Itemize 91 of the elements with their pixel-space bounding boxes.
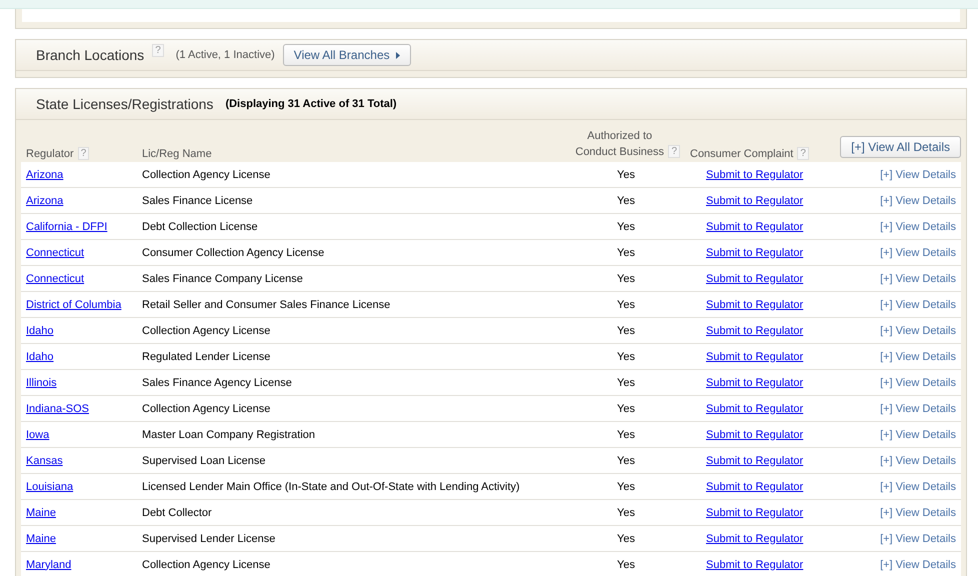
table-cell-text: Supervised Loan License bbox=[142, 454, 267, 466]
submit-complaint-link[interactable]: Submit to Regulator bbox=[706, 480, 804, 492]
regulator-link[interactable]: Maine bbox=[26, 532, 56, 544]
regulator-link[interactable]: Idaho bbox=[26, 350, 54, 362]
table-cell-text: Collection Agency License bbox=[142, 168, 272, 180]
table-cell-text: Collection Agency License bbox=[142, 324, 272, 336]
table-cell: Yes bbox=[617, 506, 635, 518]
regulator-link[interactable]: Connecticut bbox=[26, 272, 84, 284]
regulator-link[interactable]: Illinois bbox=[26, 376, 57, 388]
table-cell-text: Sales Finance License bbox=[142, 194, 254, 206]
view-details-link[interactable]: [+] View Details bbox=[880, 246, 956, 258]
table-cell-text: Retail Seller and Consumer Sales Finance License bbox=[142, 298, 392, 310]
table-cell: Yes bbox=[617, 324, 635, 336]
submit-complaint-link[interactable]: Submit to Regulator bbox=[706, 324, 804, 336]
submit-complaint-link[interactable]: Submit to Regulator bbox=[706, 428, 804, 440]
license-summary: (Displaying 31 Active of 31 Total) bbox=[225, 98, 397, 110]
table-cell: Yes bbox=[617, 558, 635, 570]
regulator-link[interactable]: California - DFPI bbox=[26, 220, 108, 232]
table-cell-text: Sales Finance Agency License bbox=[142, 376, 293, 388]
regulator-link[interactable]: Indiana-SOS bbox=[26, 402, 89, 414]
table-cell: Yes bbox=[617, 298, 635, 310]
view-details-link[interactable]: [+] View Details bbox=[880, 480, 956, 492]
regulator-link[interactable]: Maryland bbox=[26, 558, 72, 570]
column-header: Consumer Complaint bbox=[690, 148, 794, 160]
table-cell-text: Sales Finance Company License bbox=[142, 272, 304, 284]
column-header: Regulator bbox=[26, 148, 74, 160]
table-cell-text: Licensed Lender Main Office (In-State and Out-Of-State with Lending Activity) bbox=[142, 480, 521, 492]
view-all-details-button[interactable]: [+] View All Details bbox=[840, 136, 961, 158]
submit-complaint-link[interactable]: Submit to Regulator bbox=[706, 298, 804, 310]
regulator-link[interactable]: Idaho bbox=[26, 324, 54, 336]
table-cell-text: Debt Collection License bbox=[142, 220, 259, 232]
regulator-link[interactable]: Iowa bbox=[26, 428, 50, 440]
regulator-link[interactable]: Arizona bbox=[26, 168, 64, 180]
submit-complaint-link[interactable]: Submit to Regulator bbox=[706, 350, 804, 362]
column-header: Authorized to Conduct Business bbox=[574, 129, 666, 160]
view-details-link[interactable]: [+] View Details bbox=[880, 194, 956, 206]
regulator-link[interactable]: Arizona bbox=[26, 194, 64, 206]
table-cell-text: Master Loan Company Registration bbox=[142, 428, 316, 440]
column-header: Lic/Reg Name bbox=[142, 148, 212, 160]
table-cell-text: Collection Agency License bbox=[142, 402, 272, 414]
table-cell: Yes bbox=[617, 272, 635, 284]
view-details-link[interactable]: [+] View Details bbox=[880, 168, 956, 180]
submit-complaint-link[interactable]: Submit to Regulator bbox=[706, 506, 804, 518]
submit-complaint-link[interactable]: Submit to Regulator bbox=[706, 558, 804, 570]
regulator-link[interactable]: District of Columbia bbox=[26, 298, 122, 310]
caret-icon bbox=[396, 52, 400, 58]
submit-complaint-link[interactable]: Submit to Regulator bbox=[706, 194, 804, 206]
submit-complaint-link[interactable]: Submit to Regulator bbox=[706, 220, 804, 232]
table-cell-text: Supervised Lender License bbox=[142, 532, 276, 544]
view-details-link[interactable]: [+] View Details bbox=[880, 506, 956, 518]
table-cell: Yes bbox=[617, 246, 635, 258]
view-details-link[interactable]: [+] View Details bbox=[880, 220, 956, 232]
table-cell: Yes bbox=[617, 350, 635, 362]
branch-summary: (1 Active, 1 Inactive) bbox=[176, 49, 275, 61]
table-cell: Yes bbox=[617, 454, 635, 466]
table-cell-text: Regulated Lender License bbox=[142, 350, 272, 362]
submit-complaint-link[interactable]: Submit to Regulator bbox=[706, 246, 804, 258]
submit-complaint-link[interactable]: Submit to Regulator bbox=[706, 454, 804, 466]
table-cell: Yes bbox=[617, 168, 635, 180]
view-details-link[interactable]: [+] View Details bbox=[880, 558, 956, 570]
regulator-link[interactable]: Maine bbox=[26, 506, 56, 518]
submit-complaint-link[interactable]: Submit to Regulator bbox=[706, 532, 804, 544]
regulator-link[interactable]: Connecticut bbox=[26, 246, 84, 258]
table-cell: Yes bbox=[617, 220, 635, 232]
view-details-link[interactable]: [+] View Details bbox=[880, 350, 956, 362]
view-details-link[interactable]: [+] View Details bbox=[880, 454, 956, 466]
regulator-link[interactable]: Kansas bbox=[26, 454, 63, 466]
table-cell-text: Consumer Collection Agency License bbox=[142, 246, 326, 258]
submit-complaint-link[interactable]: Submit to Regulator bbox=[706, 376, 804, 388]
table-cell-text: Debt Collector bbox=[142, 506, 213, 518]
view-details-link[interactable]: [+] View Details bbox=[880, 376, 956, 388]
view-details-link[interactable]: [+] View Details bbox=[880, 428, 956, 440]
table-cell: Yes bbox=[617, 532, 635, 544]
submit-complaint-link[interactable]: Submit to Regulator bbox=[706, 402, 804, 414]
submit-complaint-link[interactable]: Submit to Regulator bbox=[706, 168, 804, 180]
section-title: State Licenses/Registrations bbox=[36, 96, 214, 112]
view-details-link[interactable]: [+] View Details bbox=[880, 324, 956, 336]
view-details-link[interactable]: [+] View Details bbox=[880, 532, 956, 544]
regulator-link[interactable]: Louisiana bbox=[26, 480, 74, 492]
table-cell: Yes bbox=[617, 376, 635, 388]
view-details-link[interactable]: [+] View Details bbox=[880, 298, 956, 310]
view-details-link[interactable]: [+] View Details bbox=[880, 402, 956, 414]
table-cell: Yes bbox=[617, 194, 635, 206]
view-all-branches-button[interactable]: View All Branches bbox=[282, 44, 411, 66]
table-cell: Yes bbox=[617, 402, 635, 414]
view-details-link[interactable]: [+] View Details bbox=[880, 272, 956, 284]
table-cell-text: Collection Agency License bbox=[142, 558, 272, 570]
table-cell: Yes bbox=[617, 428, 635, 440]
submit-complaint-link[interactable]: Submit to Regulator bbox=[706, 272, 804, 284]
section-title: Branch Locations bbox=[36, 47, 144, 63]
table-cell: Yes bbox=[617, 480, 635, 492]
